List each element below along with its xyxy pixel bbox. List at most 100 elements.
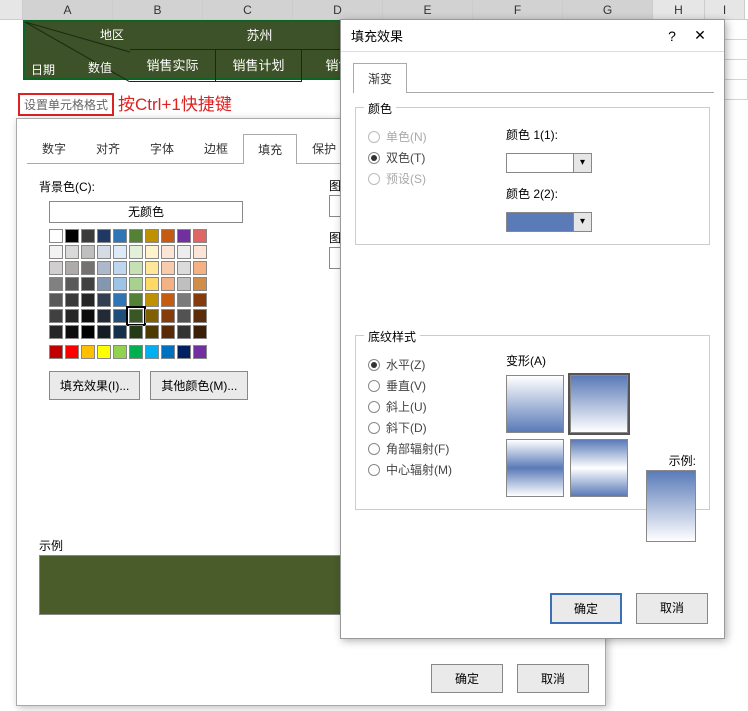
color-swatch[interactable] bbox=[65, 293, 79, 307]
radio-two-color[interactable]: 双色(T) bbox=[368, 149, 488, 166]
color-swatch[interactable] bbox=[65, 261, 79, 275]
color-swatch[interactable] bbox=[113, 293, 127, 307]
color-swatch[interactable] bbox=[97, 345, 111, 359]
color-swatch[interactable] bbox=[193, 309, 207, 323]
color-swatch[interactable] bbox=[65, 277, 79, 291]
col-header[interactable]: I bbox=[705, 0, 745, 19]
color-swatch[interactable] bbox=[193, 245, 207, 259]
color-swatch[interactable] bbox=[81, 345, 95, 359]
tab-font[interactable]: 字体 bbox=[135, 133, 189, 163]
color-swatch[interactable] bbox=[81, 293, 95, 307]
color-swatch[interactable] bbox=[193, 277, 207, 291]
col-header[interactable]: G bbox=[563, 0, 653, 19]
color1-select[interactable]: ▾ bbox=[506, 153, 592, 173]
color-swatch[interactable] bbox=[177, 245, 191, 259]
color-swatch[interactable] bbox=[145, 293, 159, 307]
tab-number[interactable]: 数字 bbox=[27, 133, 81, 163]
more-colors-button[interactable]: 其他颜色(M)... bbox=[150, 371, 248, 400]
tab-gradient[interactable]: 渐变 bbox=[353, 63, 407, 93]
variant-2[interactable] bbox=[570, 375, 628, 433]
color-swatch[interactable] bbox=[49, 229, 63, 243]
tab-align[interactable]: 对齐 bbox=[81, 133, 135, 163]
color-swatch[interactable] bbox=[129, 245, 143, 259]
color-swatch[interactable] bbox=[97, 229, 111, 243]
color-swatch[interactable] bbox=[177, 229, 191, 243]
col-header[interactable]: D bbox=[293, 0, 383, 19]
color-swatch[interactable] bbox=[81, 245, 95, 259]
cancel-button[interactable]: 取消 bbox=[636, 593, 708, 624]
color-swatch[interactable] bbox=[129, 277, 143, 291]
color-swatch[interactable] bbox=[129, 309, 143, 323]
variant-4[interactable] bbox=[570, 439, 628, 497]
color-swatch[interactable] bbox=[145, 261, 159, 275]
color-swatch[interactable] bbox=[145, 325, 159, 339]
ok-button[interactable]: 确定 bbox=[550, 593, 622, 624]
color-swatch[interactable] bbox=[129, 229, 143, 243]
tab-border[interactable]: 边框 bbox=[189, 133, 243, 163]
color-swatch[interactable] bbox=[113, 261, 127, 275]
color-swatch[interactable] bbox=[161, 277, 175, 291]
color-swatch[interactable] bbox=[145, 245, 159, 259]
color-swatch[interactable] bbox=[193, 293, 207, 307]
color-swatch[interactable] bbox=[81, 277, 95, 291]
chevron-down-icon[interactable]: ▾ bbox=[573, 213, 591, 231]
color-swatch[interactable] bbox=[193, 345, 207, 359]
color-swatch[interactable] bbox=[113, 277, 127, 291]
color-swatch[interactable] bbox=[81, 309, 95, 323]
color-swatch[interactable] bbox=[177, 345, 191, 359]
radio-style-0[interactable]: 水平(Z) bbox=[368, 356, 488, 373]
color-swatch[interactable] bbox=[145, 277, 159, 291]
color-swatch[interactable] bbox=[113, 229, 127, 243]
color-swatch[interactable] bbox=[49, 345, 63, 359]
color-swatch[interactable] bbox=[177, 261, 191, 275]
help-icon[interactable]: ? bbox=[658, 28, 686, 44]
col-header[interactable]: A bbox=[23, 0, 113, 19]
color-swatch[interactable] bbox=[81, 229, 95, 243]
variant-1[interactable] bbox=[506, 375, 564, 433]
color-swatch[interactable] bbox=[161, 345, 175, 359]
color-swatch[interactable] bbox=[193, 229, 207, 243]
color-swatch[interactable] bbox=[113, 325, 127, 339]
select-all-corner[interactable] bbox=[0, 0, 23, 19]
color-swatch[interactable] bbox=[129, 325, 143, 339]
color-swatch[interactable] bbox=[97, 293, 111, 307]
color-swatch[interactable] bbox=[129, 261, 143, 275]
color-swatch[interactable] bbox=[49, 277, 63, 291]
ok-button[interactable]: 确定 bbox=[431, 664, 503, 693]
col-header[interactable]: H bbox=[653, 0, 705, 19]
color-swatch[interactable] bbox=[193, 325, 207, 339]
chevron-down-icon[interactable]: ▾ bbox=[573, 154, 591, 172]
col-header[interactable]: C bbox=[203, 0, 293, 19]
color-swatch[interactable] bbox=[65, 229, 79, 243]
color-swatch[interactable] bbox=[161, 229, 175, 243]
color-swatch[interactable] bbox=[145, 345, 159, 359]
color-swatch[interactable] bbox=[177, 293, 191, 307]
color-swatch[interactable] bbox=[65, 325, 79, 339]
color-swatch[interactable] bbox=[113, 309, 127, 323]
color-swatch[interactable] bbox=[145, 229, 159, 243]
no-color-button[interactable]: 无颜色 bbox=[49, 201, 243, 223]
color-swatch[interactable] bbox=[177, 325, 191, 339]
fill-effects-button[interactable]: 填充效果(I)... bbox=[49, 371, 140, 400]
color2-select[interactable]: ▾ bbox=[506, 212, 592, 232]
color-swatch[interactable] bbox=[129, 345, 143, 359]
color-swatch[interactable] bbox=[65, 309, 79, 323]
color-swatch[interactable] bbox=[49, 309, 63, 323]
color-swatch[interactable] bbox=[145, 309, 159, 323]
col-header[interactable]: E bbox=[383, 0, 473, 19]
close-icon[interactable]: ✕ bbox=[686, 27, 714, 44]
color-swatch[interactable] bbox=[177, 309, 191, 323]
color-swatch[interactable] bbox=[161, 309, 175, 323]
color-swatch[interactable] bbox=[81, 325, 95, 339]
radio-style-3[interactable]: 斜下(D) bbox=[368, 419, 488, 436]
color-swatch[interactable] bbox=[81, 261, 95, 275]
color-swatch[interactable] bbox=[161, 293, 175, 307]
color-swatch[interactable] bbox=[113, 245, 127, 259]
radio-style-1[interactable]: 垂直(V) bbox=[368, 377, 488, 394]
radio-style-4[interactable]: 角部辐射(F) bbox=[368, 440, 488, 457]
radio-style-5[interactable]: 中心辐射(M) bbox=[368, 461, 488, 478]
color-swatch[interactable] bbox=[97, 277, 111, 291]
color-swatch[interactable] bbox=[97, 261, 111, 275]
color-swatch[interactable] bbox=[49, 261, 63, 275]
color-swatch[interactable] bbox=[97, 245, 111, 259]
